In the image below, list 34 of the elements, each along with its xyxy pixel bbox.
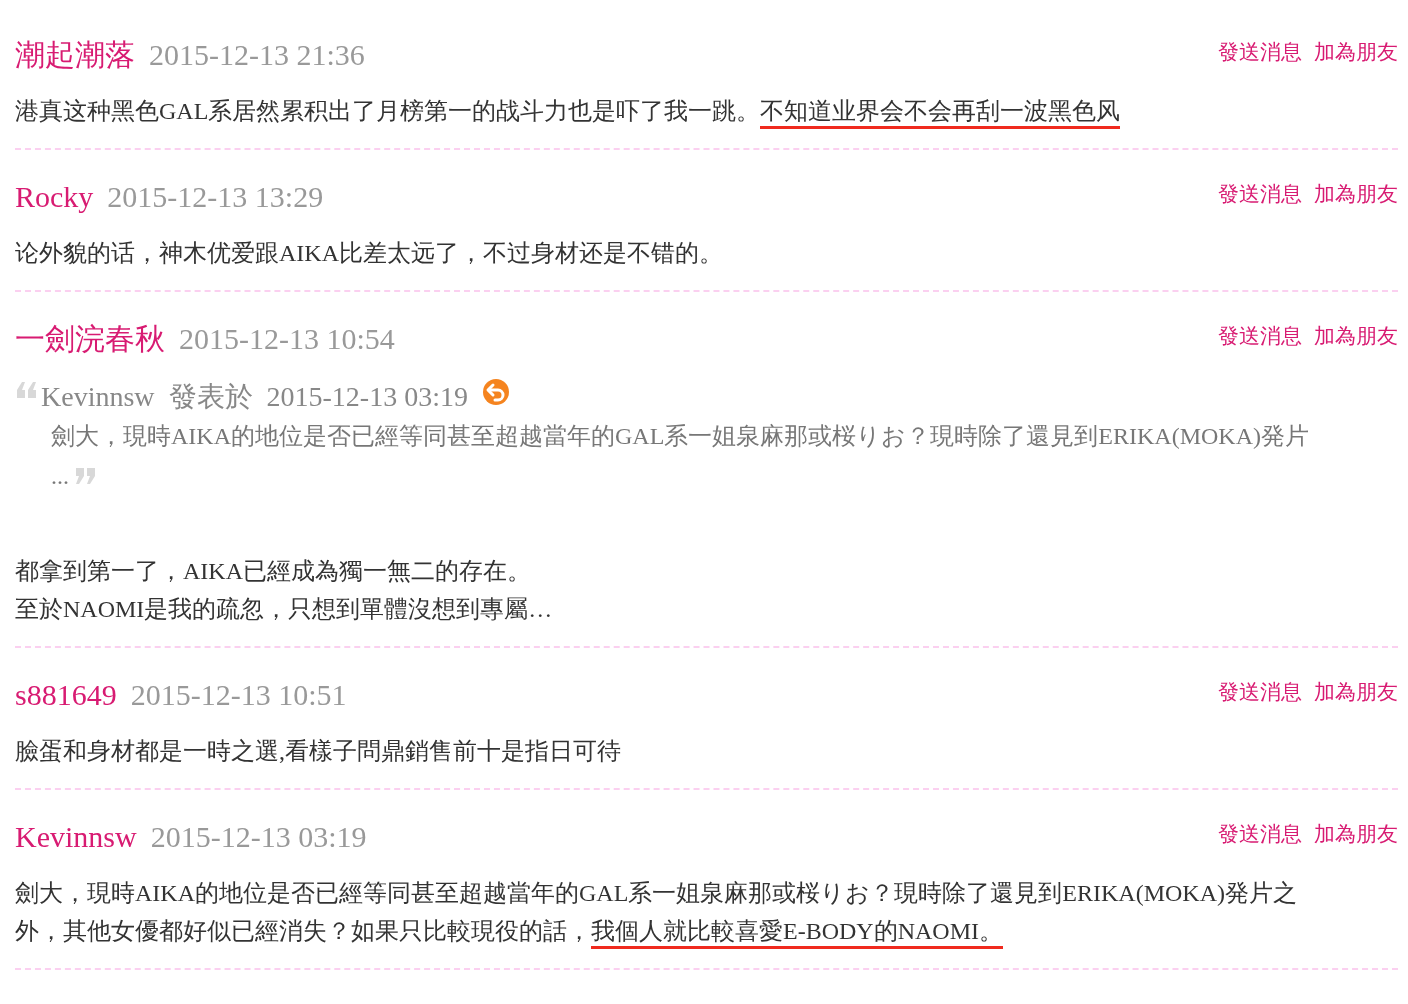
post-time: 2015-12-13 03:19 bbox=[150, 819, 367, 855]
comment-text: 论外貌的话，神木优爱跟AIKA比差太远了，不过身材还是不错的。 bbox=[15, 239, 724, 268]
quote-time: 2015-12-13 03:19 bbox=[266, 381, 468, 413]
add-friend-link[interactable]: 加為朋友 bbox=[1314, 38, 1398, 66]
comment-text: 臉蛋和身材都是一時之選,看樣子問鼎銷售前十是指日可待 bbox=[15, 737, 622, 766]
quote-author: Kevinnsw bbox=[41, 381, 155, 413]
open-quote-icon bbox=[15, 382, 37, 398]
send-message-link[interactable]: 發送消息 bbox=[1218, 38, 1302, 66]
add-friend-link[interactable]: 加為朋友 bbox=[1314, 322, 1398, 350]
post-time: 2015-12-13 10:54 bbox=[179, 321, 395, 357]
add-friend-link[interactable]: 加為朋友 bbox=[1314, 820, 1398, 848]
comment-text: 都拿到第一了，AIKA已經成為獨一無二的存在。 bbox=[15, 557, 532, 586]
quote-label: 發表於 bbox=[168, 380, 253, 414]
username-link[interactable]: Rocky bbox=[15, 172, 94, 222]
username-link[interactable]: s881649 bbox=[15, 670, 117, 720]
username-link[interactable]: Kevinnsw bbox=[15, 812, 137, 862]
close-quote-icon bbox=[75, 468, 97, 484]
username-link[interactable]: 一劍浣春秋 bbox=[15, 314, 165, 364]
send-message-link[interactable]: 發送消息 bbox=[1218, 322, 1302, 350]
comment-text: 劍大，現時AIKA的地位是否已經等同甚至超越當年的GAL系一姐泉麻那或桜りお？現時除了還見到ERIKA(MOKA)発片之 bbox=[15, 879, 1298, 908]
comment-text: 至於NAOMI是我的疏忽，只想到單體沒想到專屬… bbox=[15, 595, 554, 624]
add-friend-link[interactable]: 加為朋友 bbox=[1314, 678, 1398, 706]
add-friend-link[interactable]: 加為朋友 bbox=[1314, 180, 1398, 208]
comment-text: 外，其他女優都好似已經消失？如果只比較現役的話，我個人就比較喜愛E-BODY的NAOMI。 bbox=[15, 912, 1398, 950]
quote-text: ... bbox=[51, 462, 69, 491]
send-message-link[interactable]: 發送消息 bbox=[1218, 678, 1302, 706]
quote-text: 劍大，現時AIKA的地位是否已經等同甚至超越當年的GAL系一姐泉麻那或桜りお？現時除了還見到ERIKA(MOKA)発片 bbox=[51, 422, 1309, 451]
send-message-link[interactable]: 發送消息 bbox=[1218, 180, 1302, 208]
post-time: 2015-12-13 10:51 bbox=[130, 677, 347, 713]
post-time: 2015-12-13 13:29 bbox=[107, 179, 324, 215]
post-time: 2015-12-13 21:36 bbox=[149, 37, 365, 73]
comment-text: 港真这种黑色GAL系居然累积出了月榜第一的战斗力也是吓了我一跳。不知道业界会不会再刮一波黑色风 bbox=[15, 92, 1398, 130]
username-link[interactable]: 潮起潮落 bbox=[15, 30, 135, 80]
send-message-link[interactable]: 發送消息 bbox=[1218, 820, 1302, 848]
